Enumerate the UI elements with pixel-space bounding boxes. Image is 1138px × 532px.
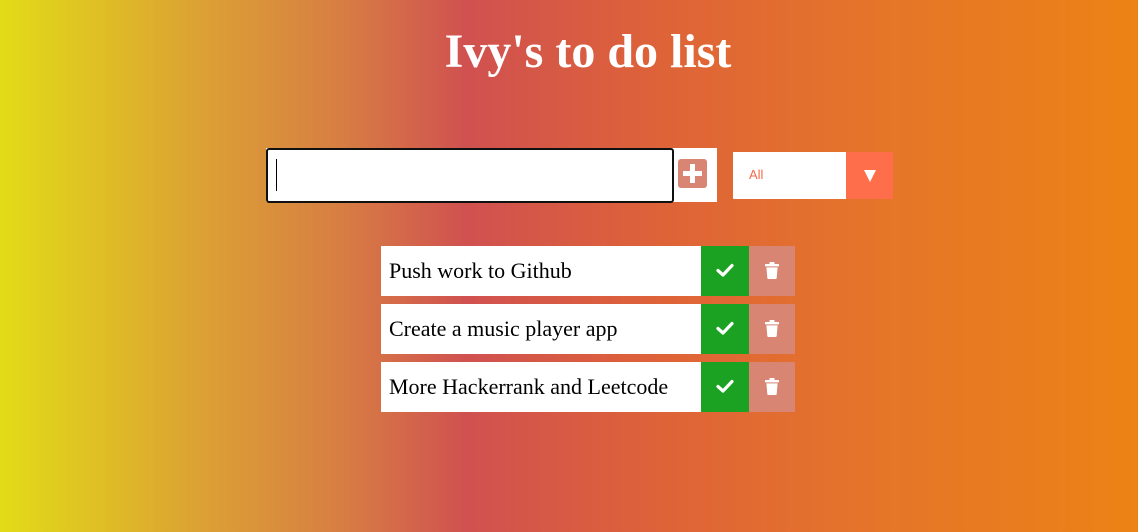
todo-text: Push work to Github [381, 246, 701, 296]
trash-icon [765, 262, 779, 279]
todo-list: Push work to Github Create a music playe… [381, 246, 795, 420]
todo-text: Create a music player app [381, 304, 701, 354]
todo-item: Push work to Github [381, 246, 795, 296]
delete-button[interactable] [749, 362, 795, 412]
todo-text: More Hackerrank and Leetcode [381, 362, 701, 412]
trash-icon [765, 378, 779, 395]
page-title: Ivy's to do list [444, 25, 732, 78]
add-todo-button[interactable] [678, 159, 707, 188]
complete-button[interactable] [701, 362, 749, 412]
check-icon [716, 379, 734, 393]
caret-down-icon [864, 170, 876, 182]
text-cursor [276, 159, 277, 191]
filter-select[interactable]: All [733, 152, 893, 199]
delete-button[interactable] [749, 246, 795, 296]
todo-input[interactable] [266, 148, 674, 203]
check-icon [716, 321, 734, 335]
check-icon [716, 263, 734, 277]
trash-icon [765, 320, 779, 337]
plus-icon [690, 164, 695, 183]
filter-selected-value: All [749, 167, 764, 182]
complete-button[interactable] [701, 304, 749, 354]
todo-item: More Hackerrank and Leetcode [381, 362, 795, 412]
todo-form [266, 148, 717, 203]
delete-button[interactable] [749, 304, 795, 354]
complete-button[interactable] [701, 246, 749, 296]
todo-item: Create a music player app [381, 304, 795, 354]
filter-dropdown-toggle[interactable] [846, 152, 893, 199]
